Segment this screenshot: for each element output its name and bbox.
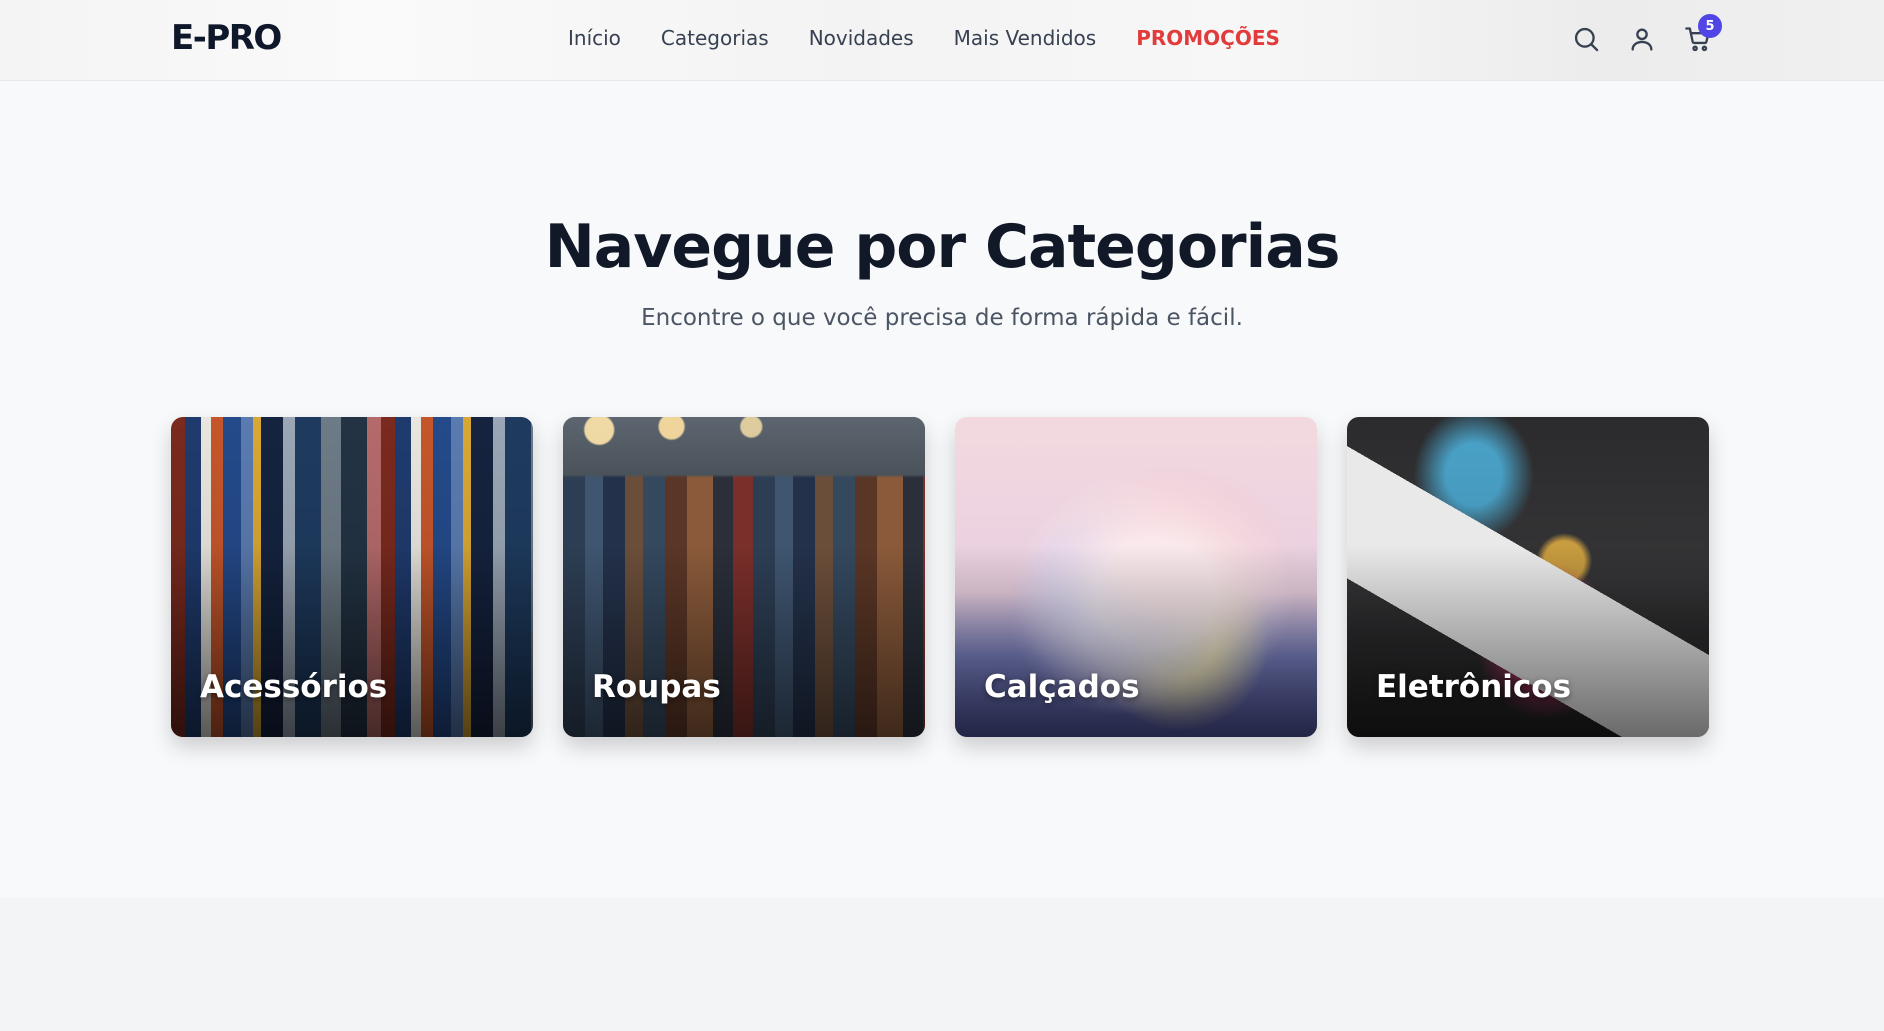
nav-item-inicio[interactable]: Início	[568, 26, 621, 50]
category-label: Acessórios	[200, 669, 388, 705]
category-label: Roupas	[592, 669, 721, 705]
category-grid: Acessórios Roupas Calçados Eletrônicos	[171, 417, 1709, 737]
nav-item-categorias[interactable]: Categorias	[661, 26, 769, 50]
category-card-calcados[interactable]: Calçados	[955, 417, 1317, 737]
page-subtitle: Encontre o que você precisa de forma ráp…	[641, 305, 1243, 331]
category-label: Eletrônicos	[1376, 669, 1572, 705]
nav-item-promocoes[interactable]: PROMOÇÕES	[1136, 26, 1280, 50]
logo[interactable]: E-PRO	[171, 18, 282, 58]
category-card-eletronicos[interactable]: Eletrônicos	[1347, 417, 1709, 737]
site-header: E-PRO Início Categorias Novidades Mais V…	[0, 0, 1884, 81]
category-label: Calçados	[984, 669, 1140, 705]
header-actions: 5	[1570, 14, 1722, 58]
category-card-acessorios[interactable]: Acessórios	[171, 417, 533, 737]
cart-count-badge: 5	[1698, 14, 1722, 38]
user-icon	[1631, 28, 1653, 51]
main-nav: Início Categorias Novidades Mais Vendido…	[568, 26, 1280, 50]
next-section-band	[0, 898, 1884, 1031]
nav-item-mais-vendidos[interactable]: Mais Vendidos	[954, 26, 1097, 50]
search-button[interactable]	[1570, 20, 1602, 58]
category-card-roupas[interactable]: Roupas	[563, 417, 925, 737]
account-button[interactable]	[1626, 20, 1658, 58]
page-title: Navegue por Categorias	[544, 212, 1341, 282]
search-icon	[1574, 27, 1599, 52]
cart-button[interactable]: 5	[1682, 14, 1722, 58]
nav-item-novidades[interactable]: Novidades	[809, 26, 914, 50]
